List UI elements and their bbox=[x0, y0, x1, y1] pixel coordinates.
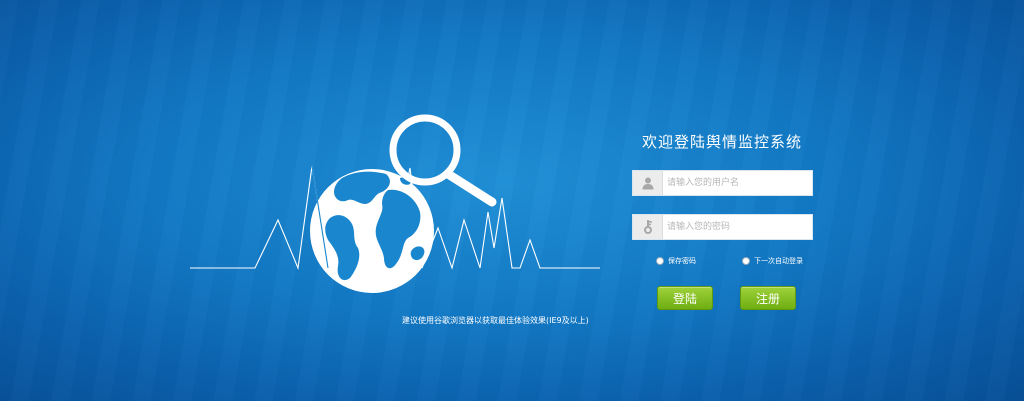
auto-login-option[interactable]: 下一次自动登录 bbox=[742, 256, 803, 266]
browser-recommendation: 建议使用谷歌浏览器以获取最佳体验效果(IE9及以上) bbox=[402, 316, 589, 325]
remember-password-label: 保存密码 bbox=[668, 257, 696, 265]
register-button[interactable]: 注册 bbox=[740, 286, 796, 310]
remember-password-option[interactable]: 保存密码 bbox=[656, 256, 696, 266]
username-input[interactable] bbox=[667, 171, 807, 195]
auto-login-label: 下一次自动登录 bbox=[754, 257, 803, 265]
hero-illustration bbox=[190, 108, 600, 298]
remember-password-radio[interactable] bbox=[656, 257, 664, 265]
username-field bbox=[632, 170, 813, 196]
password-field bbox=[632, 214, 813, 240]
password-input[interactable] bbox=[667, 215, 807, 239]
user-icon bbox=[633, 171, 663, 195]
magnifier-icon bbox=[389, 114, 497, 207]
key-icon bbox=[633, 215, 663, 239]
login-button[interactable]: 登陆 bbox=[657, 286, 713, 310]
login-title: 欢迎登陆舆情监控系统 bbox=[641, 133, 802, 151]
auto-login-radio[interactable] bbox=[742, 257, 750, 265]
